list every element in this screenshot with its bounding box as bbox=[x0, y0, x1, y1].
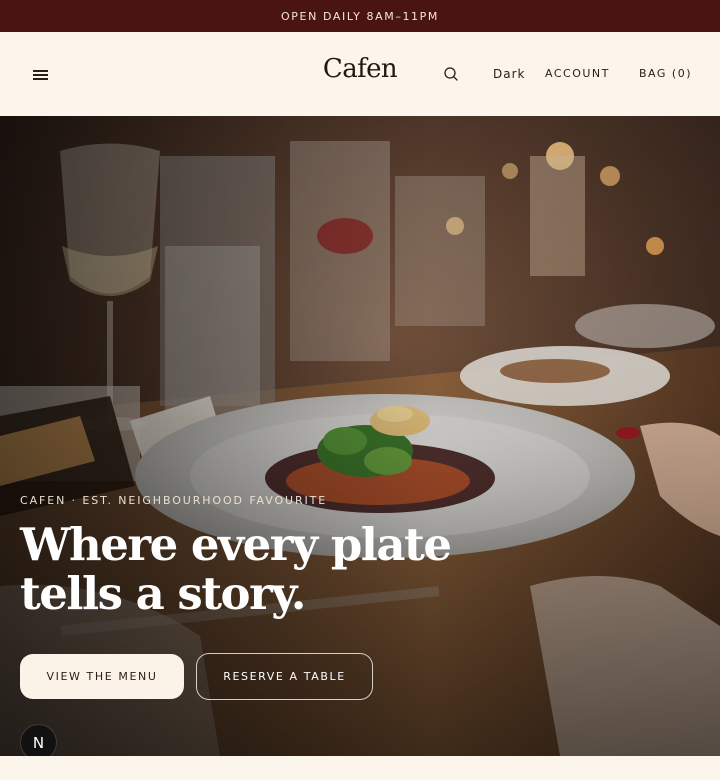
dark-mode-toggle[interactable]: Dark bbox=[493, 67, 525, 81]
hero-section: CAFEN · EST. NEIGHBOURHOOD FAVOURITE Whe… bbox=[0, 116, 720, 756]
announcement-bar: OPEN DAILY 8AM–11PM bbox=[0, 0, 720, 32]
site-logo[interactable]: Cafen bbox=[310, 54, 410, 84]
hero-eyebrow: CAFEN · EST. NEIGHBOURHOOD FAVOURITE bbox=[20, 494, 328, 507]
bag-link[interactable]: BAG (0) bbox=[639, 67, 692, 80]
page-bottom-strip bbox=[0, 756, 720, 780]
hamburger-menu-icon[interactable] bbox=[32, 66, 50, 82]
hero-headline: Where every plate tells a story. bbox=[20, 520, 480, 618]
view-menu-button[interactable]: VIEW THE MENU bbox=[20, 654, 184, 699]
floating-n-badge[interactable]: N bbox=[20, 724, 57, 756]
announcement-text: OPEN DAILY 8AM–11PM bbox=[281, 9, 439, 23]
reserve-table-button[interactable]: RESERVE A TABLE bbox=[196, 653, 373, 700]
badge-letter: N bbox=[32, 733, 45, 752]
search-icon[interactable] bbox=[443, 66, 459, 82]
hero-headline-line-2: tells a story. bbox=[20, 567, 306, 620]
hero-headline-line-1: Where every plate bbox=[20, 518, 452, 571]
site-header: Cafen Dark ACCOUNT BAG (0) bbox=[0, 32, 720, 116]
account-link[interactable]: ACCOUNT bbox=[545, 67, 610, 80]
